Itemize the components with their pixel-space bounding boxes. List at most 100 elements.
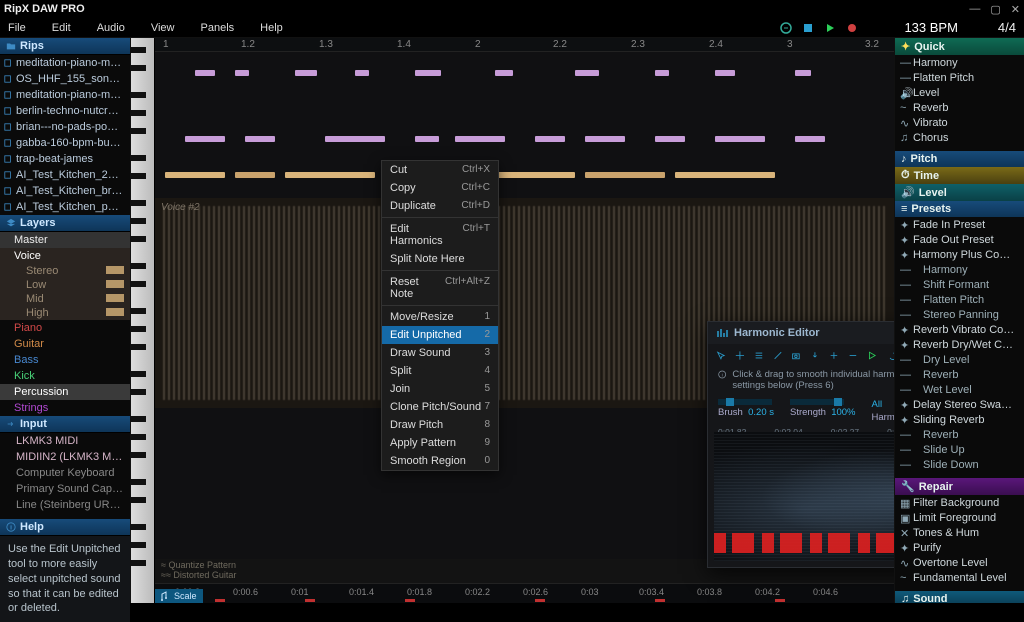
window-close-icon[interactable]: ✕	[1011, 3, 1020, 16]
note-block[interactable]	[235, 70, 249, 76]
ctx-reset-note[interactable]: Reset NoteCtrl+Alt+Z	[382, 273, 498, 303]
layer-percussion[interactable]: Percussion	[0, 384, 130, 400]
layer-piano[interactable]: Piano	[0, 320, 130, 336]
rips-header[interactable]: Rips	[0, 38, 130, 55]
ctx-split[interactable]: Split4	[382, 362, 498, 380]
note-block[interactable]	[715, 70, 735, 76]
layer-stereo[interactable]: Stereo	[0, 264, 130, 278]
ctx-smooth-region[interactable]: Smooth Region0	[382, 452, 498, 470]
time-ruler[interactable]: 0:00.20:00.60:010:01.40:01.80:02.20:02.6…	[155, 583, 894, 603]
scale-badge[interactable]: Scale	[155, 589, 203, 603]
ramp-icon[interactable]	[773, 349, 783, 362]
quick-reverb[interactable]: ~Reverb	[895, 100, 1024, 115]
undo-icon[interactable]	[886, 349, 894, 362]
preset-item[interactable]: —Flatten Pitch	[895, 292, 1024, 307]
note-block[interactable]	[285, 172, 375, 178]
preset-item[interactable]: ✦Sliding Reverb	[895, 412, 1024, 427]
layer-guitar[interactable]: Guitar	[0, 336, 130, 352]
ctx-copy[interactable]: CopyCtrl+C	[382, 179, 498, 197]
minus-icon[interactable]	[848, 349, 858, 362]
bar-ruler[interactable]: 11.21.31.422.22.32.433.2	[155, 38, 894, 52]
quick-chorus[interactable]: ♫Chorus	[895, 130, 1024, 145]
note-block[interactable]	[575, 70, 599, 76]
ctx-edit-harmonics[interactable]: Edit HarmonicsCtrl+T	[382, 220, 498, 250]
quick-vibrato[interactable]: ∿Vibrato	[895, 115, 1024, 130]
menu-view[interactable]: View	[151, 22, 175, 34]
rip-item[interactable]: meditation-piano-music-…	[0, 55, 130, 71]
preset-item[interactable]: ✦Reverb Vibrato Combo	[895, 322, 1024, 337]
quick-flatten-pitch[interactable]: —Flatten Pitch	[895, 70, 1024, 85]
help-header[interactable]: i Help	[0, 519, 130, 536]
ctx-edit-unpitched[interactable]: Edit Unpitched2	[382, 326, 498, 344]
window-min-icon[interactable]: —	[969, 3, 980, 16]
level-header[interactable]: 🔊Level	[895, 184, 1024, 201]
strength-slider[interactable]	[790, 399, 844, 405]
note-block[interactable]	[355, 70, 369, 76]
input-item[interactable]: MIDIIN2 (LKMK3 MIDI)	[0, 449, 130, 465]
ctx-cut[interactable]: CutCtrl+X	[382, 161, 498, 179]
layer-voice[interactable]: Voice	[0, 248, 130, 264]
play-harm-icon[interactable]	[867, 349, 877, 362]
presets-header[interactable]: ≡Presets	[895, 201, 1024, 217]
ctx-split-note-here[interactable]: Split Note Here	[382, 250, 498, 268]
note-block[interactable]	[585, 172, 665, 178]
repair-item[interactable]: ✦Purify	[895, 540, 1024, 555]
note-block[interactable]	[585, 136, 625, 142]
input-item[interactable]: Primary Sound Capture Dr…	[0, 481, 130, 497]
note-block[interactable]	[675, 172, 775, 178]
repair-item[interactable]: ~Fundamental Level	[895, 570, 1024, 585]
timesig-display[interactable]: 4/4	[998, 20, 1016, 35]
ctx-apply-pattern[interactable]: Apply Pattern9	[382, 434, 498, 452]
rip-item[interactable]: AI_Test_Kitchen_breakbea…	[0, 183, 130, 199]
brush-slider[interactable]	[718, 399, 772, 405]
preset-item[interactable]: —Reverb	[895, 427, 1024, 442]
rip-item[interactable]: brian---no-pads-pop-beats…	[0, 119, 130, 135]
rip-item[interactable]: gabba-160-bpm-burial-vo…	[0, 135, 130, 151]
note-block[interactable]	[415, 70, 441, 76]
preset-item[interactable]: ✦Reverb Dry/Wet Combo	[895, 337, 1024, 352]
preset-item[interactable]: ✦Fade Out Preset	[895, 232, 1024, 247]
note-block[interactable]	[535, 136, 565, 142]
note-block[interactable]	[195, 70, 215, 76]
note-block[interactable]	[165, 172, 225, 178]
preset-item[interactable]: ✦Delay Stereo Swap Combo	[895, 397, 1024, 412]
ctx-move-resize[interactable]: Move/Resize1	[382, 308, 498, 326]
note-block[interactable]	[295, 70, 317, 76]
rip-item[interactable]: trap-beat-james	[0, 151, 130, 167]
window-max-icon[interactable]: ▢	[990, 3, 1000, 16]
time-header[interactable]: ⏱Time	[895, 167, 1024, 184]
note-block[interactable]	[655, 70, 669, 76]
repair-item[interactable]: ∿Overtone Level	[895, 555, 1024, 570]
note-block[interactable]	[715, 136, 765, 142]
ctx-join[interactable]: Join5	[382, 380, 498, 398]
note-block[interactable]	[415, 136, 439, 142]
menu-panels[interactable]: Panels	[201, 22, 235, 34]
spectrogram[interactable]	[714, 432, 894, 561]
camera-icon[interactable]	[791, 349, 801, 362]
harmonic-editor[interactable]: Harmonic Editor ✕ Contrast	[707, 321, 894, 568]
rip-item[interactable]: berlin-techno-nutcracker-…	[0, 103, 130, 119]
menu-edit[interactable]: Edit	[52, 22, 71, 34]
harmonics-value[interactable]: All	[872, 399, 894, 410]
input-item[interactable]: LKMK3 MIDI	[0, 433, 130, 449]
note-block[interactable]	[795, 70, 811, 76]
preset-item[interactable]: —Harmony	[895, 262, 1024, 277]
down-icon[interactable]	[810, 349, 820, 362]
layer-bass[interactable]: Bass	[0, 352, 130, 368]
repair-header[interactable]: 🔧Repair	[895, 478, 1024, 495]
layers-header[interactable]: Layers	[0, 215, 130, 232]
ctx-clone-pitch-sound[interactable]: Clone Pitch/Sound7	[382, 398, 498, 416]
preset-item[interactable]: —Stereo Panning	[895, 307, 1024, 322]
menu-file[interactable]: File	[8, 22, 26, 34]
ctx-draw-pitch[interactable]: Draw Pitch8	[382, 416, 498, 434]
preset-item[interactable]: —Slide Up	[895, 442, 1024, 457]
ctx-draw-sound[interactable]: Draw Sound3	[382, 344, 498, 362]
quick-level[interactable]: 🔊Level	[895, 85, 1024, 100]
tempo-display[interactable]: 133 BPM	[904, 20, 957, 35]
quick-harmony[interactable]: —Harmony	[895, 55, 1024, 70]
move-icon[interactable]	[735, 349, 745, 362]
input-header[interactable]: Input	[0, 416, 130, 433]
input-item[interactable]: Line (Steinberg UR28M)	[0, 497, 130, 513]
rip-item[interactable]: AI_Test_Kitchen_2023_po…	[0, 167, 130, 183]
note-block[interactable]	[455, 136, 505, 142]
